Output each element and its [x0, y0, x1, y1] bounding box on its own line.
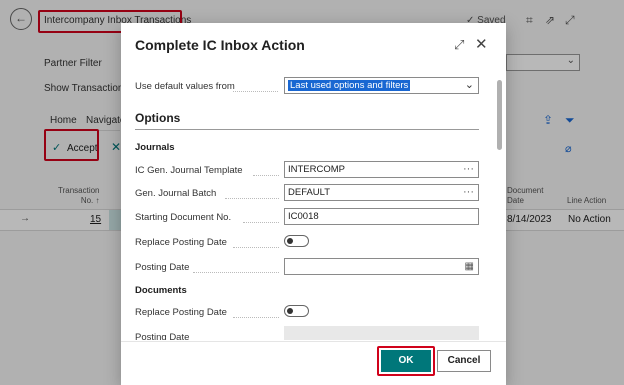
cancel-button[interactable]: Cancel	[437, 350, 491, 372]
gen-batch-field[interactable]: DEFAULT ···	[284, 184, 479, 201]
close-icon[interactable]: ✕	[475, 35, 488, 53]
calendar-icon[interactable]: ▦	[465, 259, 474, 274]
lookup-icon[interactable]: ···	[463, 162, 474, 177]
lookup-icon[interactable]: ···	[463, 185, 474, 200]
scrollbar-thumb[interactable]	[497, 80, 502, 150]
default-values-label: Use default values from	[135, 81, 235, 92]
replace-posting-dots	[233, 247, 279, 248]
gen-batch-dots	[225, 198, 279, 199]
ic-template-dots	[253, 175, 279, 176]
replace-posting-toggle[interactable]	[284, 235, 309, 247]
posting-date-field[interactable]: ▦	[284, 258, 479, 275]
footer-divider	[121, 341, 506, 342]
complete-ic-inbox-dialog: Complete IC Inbox Action ⤢ ✕ Use default…	[121, 23, 506, 385]
replace-posting-label: Replace Posting Date	[135, 237, 227, 248]
dialog-scrollbar[interactable]	[497, 75, 502, 325]
dialog-title: Complete IC Inbox Action	[135, 37, 305, 53]
documents-heading: Documents	[135, 285, 187, 296]
posting-date-label-2: Posting Date	[135, 332, 190, 340]
options-heading: Options	[135, 111, 181, 125]
expand-dialog-icon[interactable]: ⤢	[454, 37, 464, 53]
ok-highlight	[377, 346, 435, 376]
starting-doc-label: Starting Document No.	[135, 212, 232, 223]
ic-template-label: IC Gen. Journal Template	[135, 165, 243, 176]
posting-date-label: Posting Date	[135, 262, 190, 273]
gen-batch-value: DEFAULT	[288, 187, 331, 198]
starting-doc-value: IC0018	[288, 211, 319, 222]
toggle-knob	[287, 238, 293, 244]
posting-date-dots	[193, 272, 279, 273]
options-divider	[135, 129, 479, 130]
starting-doc-field[interactable]: IC0018	[284, 208, 479, 225]
toggle-knob	[287, 308, 293, 314]
ic-template-value: INTERCOMP	[288, 164, 345, 175]
journals-heading: Journals	[135, 142, 175, 153]
default-values-value: Last used options and filters	[288, 80, 411, 91]
default-values-dots	[233, 91, 278, 92]
replace-posting-label-2: Replace Posting Date	[135, 307, 227, 318]
default-values-select[interactable]: Last used options and filters ⌄	[284, 77, 479, 94]
replace-posting-toggle-2[interactable]	[284, 305, 309, 317]
posting-date-field-2	[284, 326, 479, 340]
starting-doc-dots	[243, 222, 279, 223]
replace-posting-dots-2	[233, 317, 279, 318]
chevron-down-icon: ⌄	[464, 79, 474, 91]
ic-template-field[interactable]: INTERCOMP ···	[284, 161, 479, 178]
gen-batch-label: Gen. Journal Batch	[135, 188, 217, 199]
